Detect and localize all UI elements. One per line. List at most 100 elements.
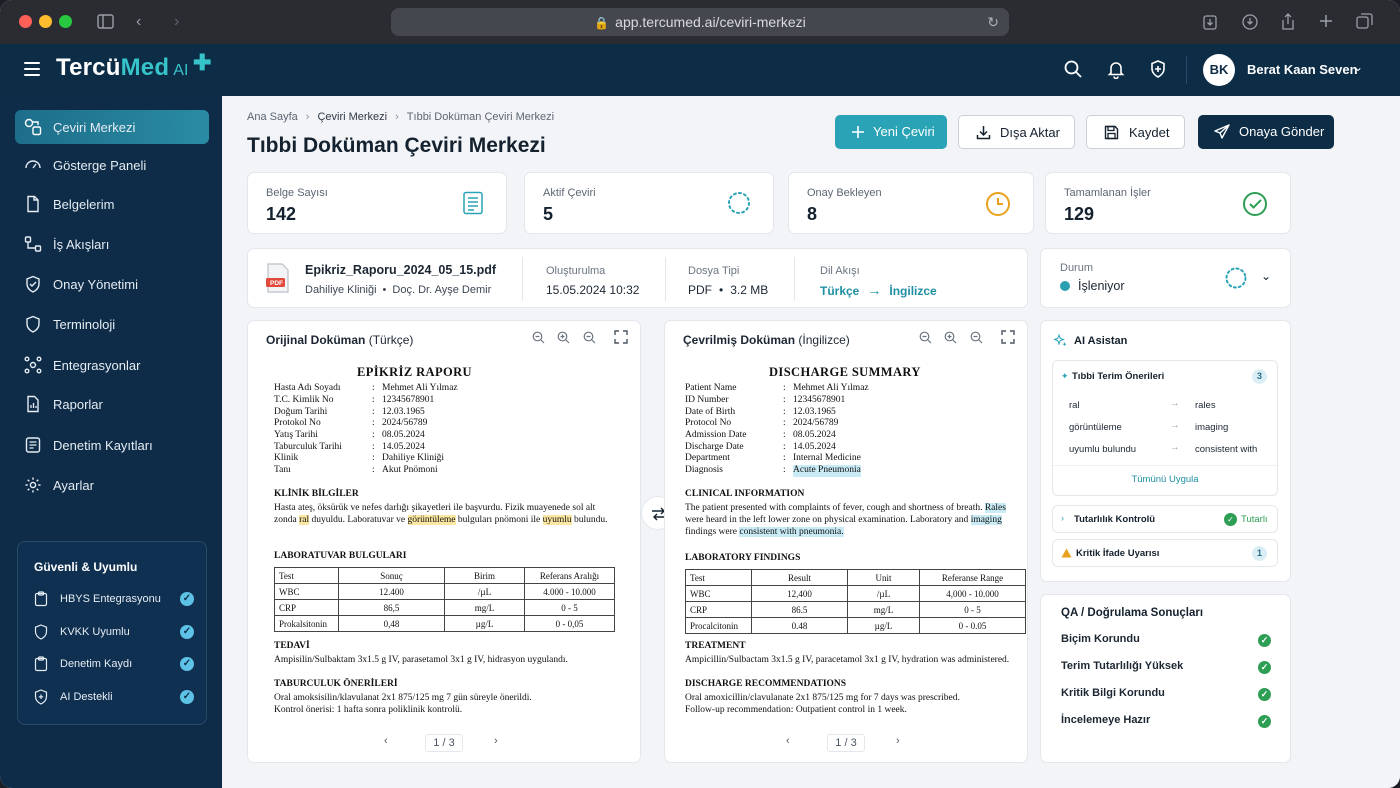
- zoom-out-icon[interactable]: [532, 331, 545, 344]
- save-label: Kaydet: [1129, 125, 1170, 140]
- consistency-label: Tutarlılık Kontrolü: [1074, 514, 1156, 525]
- previous-page-icon[interactable]: ‹: [786, 735, 790, 747]
- divider: [794, 257, 795, 301]
- address-bar[interactable]: 🔒 app.tercumed.ai/ceviri-merkezi ↻: [391, 8, 1009, 36]
- original-doc-tools: [524, 330, 628, 348]
- sidebar-item-terminology[interactable]: Terminoloji: [15, 307, 209, 341]
- term-highlight[interactable]: imaging: [970, 515, 1002, 526]
- file-name[interactable]: Epikriz_Raporu_2024_05_15.pdf: [305, 263, 496, 277]
- discharge-line: Kontrol önerisi: 1 hafta sonra poliklini…: [274, 705, 463, 715]
- sidebar-toggle-icon[interactable]: [97, 14, 114, 29]
- sidebar-item-integrations[interactable]: Entegrasyonlar: [15, 348, 209, 382]
- stat-label: Onay Bekleyen: [807, 187, 882, 199]
- term-highlight[interactable]: Rales: [984, 503, 1006, 513]
- download-icon[interactable]: [1202, 13, 1218, 31]
- export-button[interactable]: Dışa Aktar: [958, 115, 1075, 149]
- sidebar-item-approval[interactable]: Onay Yönetimi: [15, 267, 209, 301]
- breadcrumb-home[interactable]: Ana Sayfa: [247, 111, 298, 123]
- zoom-out-icon[interactable]: [919, 331, 932, 344]
- sidebar-item-label: Gösterge Paneli: [53, 158, 147, 173]
- send-icon: [1214, 124, 1230, 139]
- section-heading: DISCHARGE RECOMMENDATIONS: [685, 679, 847, 689]
- check-icon: ✓: [1224, 513, 1237, 526]
- page-title: Tıbbi Doküman Çeviri Merkezi: [247, 134, 546, 157]
- logo-text-a: Tercü: [56, 54, 121, 81]
- send-label: Onaya Gönder: [1239, 124, 1325, 139]
- menu-icon[interactable]: [24, 62, 40, 76]
- minimize-window-button[interactable]: [39, 15, 52, 28]
- sidebar-item-translation-center[interactable]: Çeviri Merkezi: [15, 110, 209, 144]
- term-highlight[interactable]: görüntüleme: [407, 515, 456, 526]
- breadcrumb-translation-center[interactable]: Çeviri Merkezi: [317, 111, 387, 123]
- export-icon: [976, 126, 991, 140]
- sidebar-item-workflows[interactable]: İş Akışları: [15, 227, 209, 261]
- page-indicator[interactable]: 1 / 3: [425, 734, 463, 752]
- breadcrumb: Ana Sayfa › Çeviri Merkezi › Tıbbi Doküman Ç…: [247, 111, 555, 123]
- share-icon[interactable]: [1280, 12, 1296, 31]
- critical-warning-row[interactable]: Kritik İfade Uyarısı 1: [1052, 539, 1278, 567]
- integration-icon: [24, 356, 42, 374]
- section-heading: LABORATUVAR BULGULARI: [274, 551, 407, 561]
- term-highlight[interactable]: consistent with pneumonia.: [739, 527, 844, 538]
- zoom-reset-icon[interactable]: [583, 331, 596, 344]
- clinical-paragraph: Hasta ateş, öksürük ve nefes darlığı şik…: [274, 503, 608, 526]
- term-suggestion-row[interactable]: ral: [1069, 400, 1080, 411]
- bell-icon[interactable]: [1106, 59, 1126, 79]
- next-page-icon[interactable]: ›: [896, 735, 900, 747]
- term-highlight[interactable]: ral: [299, 515, 310, 526]
- status-card[interactable]: Durum İşleniyor ⌄: [1040, 248, 1291, 308]
- shield-plus-icon: [34, 689, 48, 705]
- sidebar-item-settings[interactable]: Ayarlar: [15, 468, 209, 502]
- security-shield-icon[interactable]: [1148, 59, 1168, 79]
- send-for-approval-button[interactable]: Onaya Gönder: [1198, 115, 1334, 149]
- url-text: app.tercumed.ai/ceviri-merkezi: [615, 14, 806, 30]
- secure-item-hbys: HBYS Entegrasyonu ✓: [34, 590, 194, 608]
- new-tab-icon[interactable]: [1318, 13, 1334, 29]
- sidebar-item-documents[interactable]: Belgelerim: [15, 187, 209, 221]
- fullscreen-icon[interactable]: [1001, 330, 1015, 344]
- discharge-line: Oral amoksisilin/klavulanat 2x1 875/125 …: [274, 693, 532, 703]
- shield-icon: [26, 315, 40, 333]
- page-indicator[interactable]: 1 / 3: [827, 734, 865, 752]
- divider: [522, 257, 523, 301]
- sidebar-item-audit-logs[interactable]: Denetim Kayıtları: [15, 428, 209, 462]
- zoom-reset-icon[interactable]: [970, 331, 983, 344]
- forward-icon[interactable]: ›: [174, 12, 179, 32]
- zoom-window-button[interactable]: [59, 15, 72, 28]
- stat-label: Aktif Çeviri: [543, 187, 596, 199]
- fullscreen-icon[interactable]: [614, 330, 628, 344]
- new-translation-label: Yeni Çeviri: [873, 124, 935, 139]
- new-translation-button[interactable]: Yeni Çeviri: [835, 115, 947, 149]
- qa-title: QA / Doğrulama Sonuçları: [1061, 607, 1204, 619]
- term-suggestion-row[interactable]: görüntüleme: [1069, 422, 1122, 433]
- reload-icon[interactable]: ↻: [987, 8, 999, 36]
- sidebar-item-reports[interactable]: Raporlar: [15, 387, 209, 421]
- back-icon[interactable]: ‹: [136, 12, 141, 32]
- stat-card-completed: Tamamlanan İşler 129: [1045, 172, 1291, 234]
- downloads-icon[interactable]: [1241, 13, 1259, 31]
- zoom-in-icon[interactable]: [944, 331, 957, 344]
- secure-item-kvkk: KVKK Uyumlu ✓: [34, 623, 194, 641]
- save-button[interactable]: Kaydet: [1086, 115, 1185, 149]
- term-highlight[interactable]: uyumlu: [542, 515, 572, 526]
- zoom-in-icon[interactable]: [557, 331, 570, 344]
- chevron-down-icon[interactable]: ⌄: [1261, 269, 1271, 283]
- translated-document-pane: Çevrilmiş Doküman (İngilizce) DISCHARGE …: [664, 320, 1028, 763]
- app-logo[interactable]: TercüMed AI ✚: [56, 50, 211, 82]
- search-icon[interactable]: [1063, 59, 1083, 79]
- previous-page-icon[interactable]: ‹: [384, 735, 388, 747]
- sidebar-item-dashboard[interactable]: Gösterge Paneli: [15, 148, 209, 182]
- tabs-overview-icon[interactable]: [1356, 13, 1373, 30]
- check-icon: ✓: [1258, 715, 1271, 728]
- stat-card-active: Aktif Çeviri 5: [524, 172, 774, 234]
- translated-pager: ‹ 1 / 3 ›: [665, 734, 1027, 752]
- consistency-check-row[interactable]: › Tutarlılık Kontrolü ✓ Tutarlı: [1052, 505, 1278, 533]
- next-page-icon[interactable]: ›: [494, 735, 498, 747]
- term-suggestion-row[interactable]: uyumlu bulundu: [1069, 444, 1136, 455]
- section-heading: TREATMENT: [685, 641, 746, 651]
- close-window-button[interactable]: [19, 15, 32, 28]
- check-icon: ✓: [1258, 661, 1271, 674]
- created-label: Oluşturulma: [546, 265, 606, 277]
- apply-all-button[interactable]: Tümünü Uygula: [1053, 474, 1277, 485]
- critical-warning-label: Kritik İfade Uyarısı: [1076, 548, 1160, 559]
